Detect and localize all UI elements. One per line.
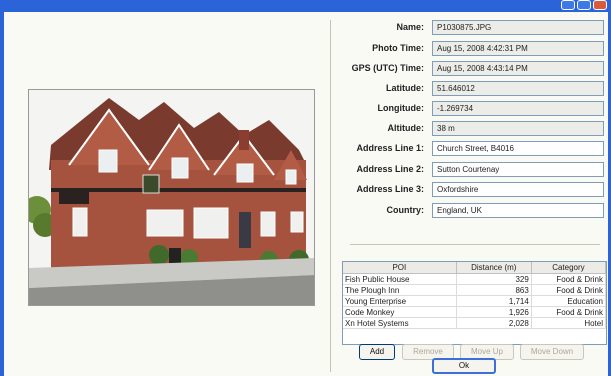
poi-row[interactable]: The Plough Inn 863 Food & Drink (343, 284, 606, 296)
ok-button[interactable]: Ok (432, 358, 496, 374)
photo-image (29, 90, 314, 305)
poi-category-cell: Food & Drink (531, 284, 606, 296)
window-title-bar (0, 0, 611, 12)
field-label: Latitude: (386, 83, 424, 93)
poi-distance-cell: 2,028 (456, 317, 532, 329)
field-label: Longitude: (377, 103, 425, 113)
maximize-icon[interactable] (577, 0, 591, 10)
add-button[interactable]: Add (359, 344, 395, 360)
poi-distance-cell: 863 (456, 284, 532, 296)
poi-row[interactable]: Young Enterprise 1,714 Education (343, 295, 606, 307)
poi-category-cell: Food & Drink (531, 306, 606, 318)
poi-name-cell: The Plough Inn (343, 284, 457, 296)
field-value-input[interactable]: 38 m (432, 121, 604, 136)
poi-category-cell: Education (531, 295, 606, 307)
photo-preview (28, 89, 315, 306)
poi-table[interactable]: POI Distance (m) Category Fish Public Ho… (342, 261, 607, 345)
photo-info-dialog: Name: P1030875.JPG Photo Time: Aug 15, 2008… (4, 12, 608, 376)
field-value-input[interactable]: Aug 15, 2008 4:43:14 PM (432, 61, 604, 76)
poi-distance-cell: 1,714 (456, 295, 532, 307)
field-label: Photo Time: (372, 43, 424, 53)
poi-name-cell: Code Monkey (343, 306, 457, 318)
field-label: Altitude: (387, 123, 425, 133)
poi-distance-cell: 329 (456, 273, 532, 285)
poi-category-cell: Food & Drink (531, 273, 606, 285)
field-label: Name: (396, 22, 424, 32)
field-value-input[interactable]: Sutton Courtenay (432, 162, 604, 177)
poi-category-cell: Hotel (531, 317, 606, 329)
field-label: Country: (386, 205, 425, 215)
minimize-icon[interactable] (561, 0, 575, 10)
field-value-input[interactable]: England, UK (432, 203, 604, 218)
field-label: Address Line 3: (356, 184, 424, 194)
poi-column-header[interactable]: POI (343, 262, 457, 274)
close-icon[interactable] (593, 0, 607, 10)
poi-row[interactable]: Code Monkey 1,926 Food & Drink (343, 306, 606, 318)
poi-name-cell: Fish Public House (343, 273, 457, 285)
distance-column-header[interactable]: Distance (m) (456, 262, 532, 274)
section-separator (350, 244, 600, 245)
poi-row[interactable]: Xn Hotel Systems 2,028 Hotel (343, 317, 606, 329)
field-label: GPS (UTC) Time: (351, 63, 424, 73)
field-value-input[interactable]: Church Street, B4016 (432, 141, 604, 156)
poi-row[interactable]: Fish Public House 329 Food & Drink (343, 273, 606, 285)
window-controls (561, 0, 607, 12)
field-value-input[interactable]: Oxfordshire (432, 182, 604, 197)
category-column-header[interactable]: Category (531, 262, 606, 274)
poi-name-cell: Xn Hotel Systems (343, 317, 457, 329)
poi-distance-cell: 1,926 (456, 306, 532, 318)
field-value-input[interactable]: Aug 15, 2008 4:42:31 PM (432, 41, 604, 56)
poi-name-cell: Young Enterprise (343, 295, 457, 307)
field-label: Address Line 1: (356, 143, 424, 153)
move-down-button[interactable]: Move Down (520, 344, 584, 360)
field-value-input[interactable]: 51.646012 (432, 81, 604, 96)
poi-header-row: POI Distance (m) Category (343, 262, 606, 274)
field-value-input[interactable]: P1030875.JPG (432, 20, 604, 35)
field-value-input[interactable]: -1.269734 (432, 101, 604, 116)
field-label: Address Line 2: (356, 164, 424, 174)
